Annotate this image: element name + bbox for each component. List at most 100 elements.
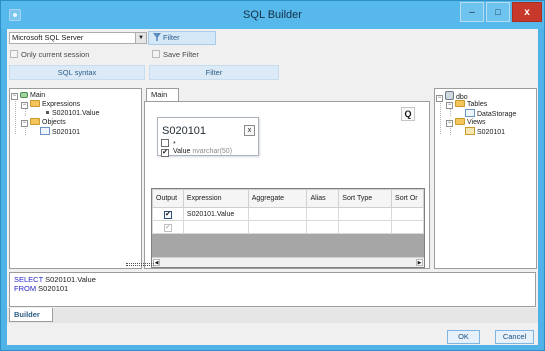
- tree-node-views-label: Views: [467, 119, 486, 126]
- tree-node-view-item-label: S020101: [477, 129, 506, 136]
- sort-order-cell[interactable]: [391, 207, 424, 221]
- only-current-session-label: Only current session: [21, 50, 90, 59]
- column-header[interactable]: Output: [152, 189, 184, 208]
- server-combo-value: Microsoft SQL Server: [12, 33, 84, 42]
- collapse-icon[interactable]: −: [436, 95, 443, 102]
- sql-editor[interactable]: SELECT S020101.Value FROM S020101: [9, 272, 536, 307]
- aggregate-cell[interactable]: [247, 207, 308, 221]
- tree-node-expressions-label: Expressions: [42, 101, 81, 108]
- close-icon[interactable]: x: [244, 125, 255, 136]
- query-icon: [20, 92, 28, 98]
- folder-icon: [30, 100, 40, 107]
- checkbox-box: [10, 50, 18, 58]
- table-widget-title: S020101: [162, 125, 207, 137]
- alias-cell[interactable]: [306, 207, 340, 221]
- tree-node-main[interactable]: − Main: [11, 91, 45, 100]
- sort-type-cell[interactable]: [338, 220, 393, 234]
- tab-builder[interactable]: Builder: [9, 308, 53, 322]
- alias-cell[interactable]: [306, 220, 340, 234]
- collapse-icon[interactable]: −: [21, 102, 28, 109]
- ok-button[interactable]: OK: [447, 330, 480, 344]
- tree-node-datastorage-label: DataStorage: [477, 111, 517, 118]
- collapse-icon[interactable]: −: [21, 120, 28, 127]
- tree-node-tables[interactable]: − Tables: [446, 100, 487, 109]
- only-current-session-checkbox[interactable]: Only current session: [10, 50, 89, 60]
- title-bar[interactable]: SQL Builder – □ x: [1, 1, 544, 29]
- query-button[interactable]: Q: [401, 107, 415, 121]
- tree-node-views[interactable]: − Views: [446, 118, 486, 127]
- output-checkbox[interactable]: ✔: [163, 223, 172, 232]
- view-icon: [465, 127, 475, 135]
- expression-cell[interactable]: [182, 220, 249, 234]
- tree-node-expression-item[interactable]: S020101.Value: [46, 109, 99, 118]
- save-filter-checkbox[interactable]: Save Filter: [152, 50, 199, 60]
- sort-type-cell[interactable]: [338, 207, 393, 221]
- grid-header-row: Output Expression Aggregate Alias Sort T…: [152, 189, 424, 208]
- tree-node-main-label: Main: [30, 92, 46, 99]
- splitter-grip[interactable]: [126, 263, 154, 266]
- star-checkbox[interactable]: [161, 139, 169, 147]
- table-widget-s020101[interactable]: S020101 x * ✔ Value nvarchar(50): [157, 117, 259, 157]
- sql-text: S020101.Value: [43, 275, 96, 284]
- client-area: Microsoft SQL Server ▼ Filter Only curre…: [7, 29, 538, 345]
- column-header[interactable]: Sort Type: [338, 189, 393, 208]
- collapse-icon[interactable]: −: [11, 93, 18, 100]
- database-icon: [445, 91, 454, 100]
- expression-cell[interactable]: S020101.Value: [182, 207, 249, 221]
- folder-icon: [455, 100, 465, 107]
- query-tree-pane[interactable]: − Main − Expressions S020101.Value − Object…: [9, 88, 142, 269]
- column-header[interactable]: Expression: [182, 189, 249, 208]
- tree-node-object-item-label: S020101: [52, 129, 81, 136]
- filter-button[interactable]: Filter: [148, 31, 216, 45]
- aggregate-cell[interactable]: [247, 220, 308, 234]
- sql-line-from: FROM S020101: [14, 284, 531, 293]
- column-header[interactable]: Alias: [306, 189, 340, 208]
- table-icon: [40, 127, 50, 135]
- scroll-right-icon[interactable]: ▶: [416, 259, 423, 266]
- minimize-button[interactable]: –: [460, 2, 484, 22]
- close-button[interactable]: x: [512, 2, 542, 22]
- collapse-icon[interactable]: −: [446, 102, 453, 109]
- schema-tree-pane[interactable]: − dbo − Tables DataStorage − Views S020101: [434, 88, 537, 269]
- sql-builder-window: SQL Builder – □ x Microsoft SQL Server ▼…: [0, 0, 545, 351]
- tab-filter[interactable]: Filter: [149, 65, 279, 80]
- field-icon: [46, 111, 49, 114]
- sql-keyword: SELECT: [14, 275, 44, 284]
- save-filter-label: Save Filter: [163, 50, 199, 59]
- criteria-grid[interactable]: Output Expression Aggregate Alias Sort T…: [151, 188, 425, 268]
- filter-button-label: Filter: [163, 33, 180, 42]
- tree-node-tables-label: Tables: [467, 101, 488, 108]
- sql-keyword: FROM: [14, 284, 37, 293]
- tree-node-object-item[interactable]: S020101: [40, 127, 80, 137]
- field-checkbox[interactable]: ✔: [161, 149, 169, 157]
- table-row[interactable]: ✔ S020101.Value: [152, 207, 424, 221]
- query-designer[interactable]: S020101 x * ✔ Value nvarchar(50) Q Outpu…: [144, 101, 430, 269]
- table-widget-field-row[interactable]: ✔ Value nvarchar(50): [161, 148, 232, 157]
- maximize-button[interactable]: □: [486, 2, 510, 22]
- chevron-down-icon[interactable]: ▼: [135, 33, 146, 43]
- field-type: nvarchar(50): [192, 148, 233, 155]
- scroll-left-icon[interactable]: ◀: [153, 259, 160, 266]
- tab-sql-syntax[interactable]: SQL syntax: [9, 65, 145, 80]
- output-checkbox[interactable]: ✔: [163, 210, 172, 219]
- tree-node-expression-item-label: S020101.Value: [52, 110, 100, 117]
- table-icon: [465, 109, 475, 117]
- field-name: Value: [173, 148, 191, 155]
- horizontal-scrollbar[interactable]: ◀ ▶: [152, 257, 424, 267]
- tree-node-view-item[interactable]: S020101: [465, 127, 505, 137]
- column-header[interactable]: Aggregate: [247, 189, 308, 208]
- bottom-tab-bar: Builder: [7, 308, 538, 323]
- sql-text: S020101: [36, 284, 69, 293]
- column-header[interactable]: Sort Or: [391, 189, 424, 208]
- checkbox-box: [152, 50, 160, 58]
- folder-icon: [455, 118, 465, 125]
- cancel-button[interactable]: Cancel: [495, 330, 534, 344]
- tree-node-objects[interactable]: − Objects: [21, 118, 66, 127]
- folder-icon: [30, 118, 40, 125]
- collapse-icon[interactable]: −: [446, 120, 453, 127]
- tree-node-expressions[interactable]: − Expressions: [21, 100, 80, 109]
- table-row[interactable]: ✔: [152, 220, 424, 234]
- server-combo[interactable]: Microsoft SQL Server ▼: [9, 32, 147, 44]
- sort-order-cell[interactable]: [391, 220, 424, 234]
- tab-main[interactable]: Main: [146, 88, 179, 102]
